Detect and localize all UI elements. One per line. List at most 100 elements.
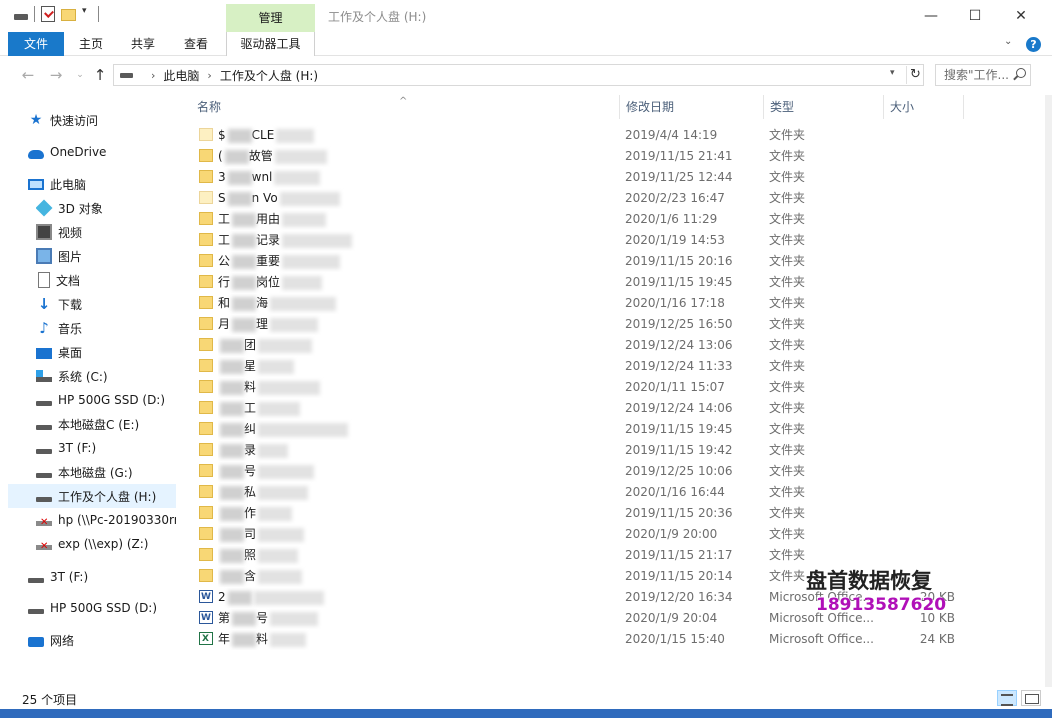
details-view-icon[interactable]: [997, 690, 1017, 706]
nav-pictures[interactable]: 图片: [36, 244, 204, 268]
nav-drive-c[interactable]: 系统 (C:): [36, 364, 204, 388]
nav-drive-e[interactable]: 本地磁盘C (E:): [36, 412, 204, 436]
table-row[interactable]: 司 2020/1/9 20:00 文件夹: [181, 524, 1045, 545]
minimize-button[interactable]: —: [908, 0, 954, 32]
customize-toolbar-icon[interactable]: ▾: [82, 6, 92, 22]
scrollbar-track[interactable]: [1045, 95, 1052, 687]
chevron-right-icon[interactable]: ›: [207, 69, 211, 82]
file-date: 2020/1/9 20:00: [625, 527, 718, 541]
nav-desktop[interactable]: 桌面: [36, 340, 204, 364]
nav-videos[interactable]: 视频: [36, 220, 204, 244]
recent-locations-icon[interactable]: ⌄: [70, 65, 90, 85]
file-name-end: 料: [256, 632, 269, 646]
redaction-blur: [270, 632, 307, 647]
table-row[interactable]: 号 2019/12/25 10:06 文件夹: [181, 461, 1045, 482]
address-bar[interactable]: › 此电脑 › 工作及个人盘 (H:) ▾ ↻: [113, 64, 924, 86]
maximize-button[interactable]: ☐: [952, 0, 998, 32]
nav-drive-d[interactable]: HP 500G SSD (D:): [36, 388, 204, 412]
close-button[interactable]: ✕: [998, 0, 1044, 32]
nav-quick-access[interactable]: ★ 快速访问: [28, 108, 196, 132]
breadcrumb-current-drive[interactable]: 工作及个人盘 (H:): [220, 67, 318, 84]
chevron-down-icon[interactable]: ▾: [890, 68, 895, 78]
chevron-right-icon[interactable]: ›: [151, 69, 155, 82]
nav-drive-g[interactable]: 本地磁盘 (G:): [36, 460, 204, 484]
nav-documents[interactable]: 文档: [36, 268, 204, 292]
redaction-blur: [220, 464, 244, 479]
excel-document-icon: [199, 632, 213, 645]
tab-view[interactable]: 查看: [173, 32, 219, 56]
nav-network-drive-z[interactable]: exp (\\exp) (Z:): [36, 532, 204, 556]
navigation-bar: ← → ⌄ ↑ › 此电脑 › 工作及个人盘 (H:) ▾ ↻ 搜索"工作...: [0, 57, 1052, 93]
download-icon: ↓: [37, 295, 51, 313]
table-row[interactable]: 2 2019/12/20 16:34 Microsoft Office... 20 K…: [181, 587, 1045, 608]
table-row[interactable]: 录 2019/11/15 19:42 文件夹: [181, 440, 1045, 461]
breadcrumb-this-pc[interactable]: 此电脑: [163, 67, 199, 84]
new-folder-icon[interactable]: [61, 9, 76, 21]
table-row[interactable]: $ CLE 2019/4/4 14:19 文件夹: [181, 125, 1045, 146]
table-row[interactable]: 和海 2020/1/16 17:18 文件夹: [181, 293, 1045, 314]
table-row[interactable]: 照 2019/11/15 21:17 文件夹: [181, 545, 1045, 566]
large-icons-view-icon[interactable]: [1021, 690, 1041, 706]
nav-this-pc[interactable]: 此电脑: [28, 172, 196, 196]
properties-icon[interactable]: [41, 6, 55, 22]
column-header-size[interactable]: 大小: [883, 95, 963, 119]
back-arrow-icon[interactable]: ←: [18, 65, 38, 85]
nav-label: 图片: [58, 249, 83, 264]
table-row[interactable]: 工 记录 2020/1/19 14:53 文件夹: [181, 230, 1045, 251]
redaction-blur: [224, 149, 249, 164]
nav-drive-h[interactable]: 工作及个人盘 (H:): [8, 484, 176, 508]
redaction-blur: [227, 170, 252, 185]
table-row[interactable]: 私 2020/1/16 16:44 文件夹: [181, 482, 1045, 503]
tab-home[interactable]: 主页: [68, 32, 114, 56]
file-type: 文件夹: [769, 485, 806, 499]
nav-music[interactable]: ♪ 音乐: [36, 316, 204, 340]
table-row[interactable]: 行 岗位 2019/11/15 19:45 文件夹: [181, 272, 1045, 293]
nav-network[interactable]: 网络: [28, 628, 196, 652]
forward-arrow-icon[interactable]: →: [46, 65, 66, 85]
expand-ribbon-icon[interactable]: ⌄: [1004, 36, 1018, 52]
table-row[interactable]: 作 2019/11/15 20:36 文件夹: [181, 503, 1045, 524]
help-icon[interactable]: ?: [1026, 37, 1041, 52]
redaction-blur: [253, 590, 324, 605]
tab-share[interactable]: 共享: [120, 32, 166, 56]
table-row[interactable]: Sn Vo 2020/2/23 16:47 文件夹: [181, 188, 1045, 209]
nav-downloads[interactable]: ↓ 下载: [36, 292, 204, 316]
folder-icon: [199, 233, 213, 246]
file-name: 料: [218, 377, 618, 398]
nav-label: 下载: [58, 297, 83, 312]
table-row[interactable]: 3 wnl 2019/11/25 12:44 文件夹: [181, 167, 1045, 188]
table-row[interactable]: 第号2020/1/9 20:04Microsoft Office...10 KB: [181, 608, 1045, 629]
table-row[interactable]: 团 2019/12/24 13:06 文件夹: [181, 335, 1045, 356]
nav-label: 桌面: [58, 345, 83, 360]
tab-drive-tools[interactable]: 驱动器工具: [226, 32, 315, 56]
table-row[interactable]: 料 2020/1/11 15:07 文件夹: [181, 377, 1045, 398]
table-row[interactable]: 公 重要 2019/11/15 20:16 文件夹: [181, 251, 1045, 272]
drive-icon: [36, 401, 52, 406]
nav-onedrive[interactable]: OneDrive: [28, 140, 196, 164]
nav-drive-f[interactable]: 3T (F:): [36, 436, 204, 460]
file-type: 文件夹: [769, 128, 806, 142]
column-header-name[interactable]: 名称 ^: [181, 95, 619, 119]
nav-drive-d-root[interactable]: HP 500G SSD (D:): [28, 596, 196, 620]
table-row[interactable]: 纠 2019/11/15 19:45 文件夹: [181, 419, 1045, 440]
search-input[interactable]: 搜索"工作...: [935, 64, 1031, 86]
table-row[interactable]: 工 2019/12/24 14:06 文件夹: [181, 398, 1045, 419]
nav-drive-f-root[interactable]: 3T (F:): [28, 565, 196, 589]
table-row[interactable]: 年料2020/1/15 15:40Microsoft Office...24 K…: [181, 629, 1045, 650]
column-header-date[interactable]: 修改日期: [619, 95, 763, 119]
table-row[interactable]: 含 2019/11/15 20:14 文件夹: [181, 566, 1045, 587]
table-row[interactable]: 月理 2019/12/25 16:50 文件夹: [181, 314, 1045, 335]
nav-network-drive-hp[interactable]: hp (\\Pc-20190330rr: [36, 508, 176, 532]
redaction-blur: [232, 296, 257, 311]
refresh-icon[interactable]: ↻: [906, 66, 924, 84]
nav-3d-objects[interactable]: 3D 对象: [36, 196, 204, 220]
up-arrow-icon[interactable]: ↑: [90, 65, 110, 85]
drive-icon: [36, 497, 52, 502]
table-row[interactable]: 工 用由 2020/1/6 11:29 文件夹: [181, 209, 1045, 230]
redaction-blur: [258, 359, 295, 374]
table-row[interactable]: 星 2019/12/24 11:33 文件夹: [181, 356, 1045, 377]
table-row[interactable]: (故管 2019/11/15 21:41 文件夹: [181, 146, 1045, 167]
column-header-type[interactable]: 类型: [763, 95, 883, 119]
redaction-blur: [258, 527, 305, 542]
tab-file[interactable]: 文件: [8, 32, 64, 56]
